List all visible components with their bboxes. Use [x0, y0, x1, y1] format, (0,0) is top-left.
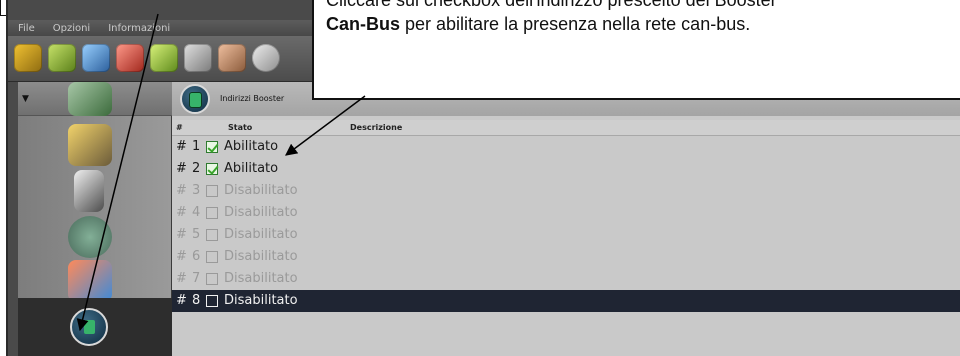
booster-address-title: Indirizzi Booster — [220, 94, 285, 103]
table-row[interactable]: # 1 Abilitato — [172, 136, 960, 158]
callout-line-2: Can-Bus per abilitare la presenza nella … — [326, 14, 750, 35]
booster-address-icon[interactable] — [180, 84, 210, 114]
row-checkbox[interactable] — [206, 229, 218, 241]
row-hash: # — [176, 161, 187, 176]
toolbar-document-2-icon[interactable] — [218, 44, 246, 72]
row-number: 2 — [192, 161, 201, 176]
table-row-selected[interactable]: # 8 Disabilitato — [172, 290, 960, 312]
toolbar-tools-icon[interactable] — [252, 44, 280, 72]
expand-arrow-icon[interactable]: ▼ — [22, 94, 29, 104]
sidebar-header[interactable]: ▼ — [18, 82, 172, 116]
row-number: 5 — [192, 227, 201, 242]
row-hash: # — [176, 227, 187, 242]
row-status: Disabilitato — [224, 293, 298, 308]
table-row[interactable]: # 5 Disabilitato — [172, 224, 960, 246]
toolbar-book-icon[interactable] — [14, 44, 42, 72]
table-row[interactable]: # 2 Abilitato — [172, 158, 960, 180]
sidebar-item-configuration[interactable] — [68, 124, 112, 166]
row-checkbox[interactable] — [206, 273, 218, 285]
callout-rest-text: per abilitare la presenza nella rete can… — [400, 14, 751, 34]
row-checkbox[interactable] — [206, 295, 218, 307]
menu-informazioni[interactable]: Informazioni — [108, 23, 170, 34]
row-checkbox[interactable] — [206, 163, 218, 175]
row-number: 7 — [192, 271, 201, 286]
toolbar-document-icon[interactable] — [184, 44, 212, 72]
column-descrizione[interactable]: Descrizione — [350, 123, 402, 132]
row-number: 1 — [192, 139, 201, 154]
booster-icon[interactable] — [70, 308, 108, 346]
row-status: Disabilitato — [224, 227, 298, 242]
toolbar-book-green-icon[interactable] — [48, 44, 76, 72]
callout-line-1: Cliccare sul checkbox dell'indirizzo pre… — [326, 0, 777, 10]
row-hash: # — [176, 139, 187, 154]
callout-bold-text: Can-Bus — [326, 14, 401, 34]
row-hash: # — [176, 249, 187, 264]
row-status: Abilitato — [224, 139, 279, 154]
row-status: Abilitato — [224, 161, 279, 176]
column-stato[interactable]: Stato — [228, 123, 252, 132]
column-hash[interactable]: # — [176, 123, 183, 132]
table-row[interactable]: # 3 Disabilitato — [172, 180, 960, 202]
row-number: 3 — [192, 183, 201, 198]
row-hash: # — [176, 205, 187, 220]
main-panel: Indirizzi Booster # Stato Descrizione # … — [172, 82, 960, 356]
instruction-callout: Cliccare sul checkbox dell'indirizzo pre… — [312, 0, 960, 100]
table-row[interactable]: # 7 Disabilitato — [172, 268, 960, 290]
sidebar-item-network[interactable] — [68, 216, 112, 258]
row-number: 6 — [192, 249, 201, 264]
row-status: Disabilitato — [224, 271, 298, 286]
sidebar-item-handheld[interactable] — [74, 170, 104, 212]
toolbar-book-lime-icon[interactable] — [150, 44, 178, 72]
table-row[interactable]: # 4 Disabilitato — [172, 202, 960, 224]
row-status: Disabilitato — [224, 205, 298, 220]
sidebar: ▼ — [18, 82, 172, 356]
sidebar-item-nodes[interactable] — [68, 260, 112, 302]
home-device-icon[interactable] — [68, 82, 112, 116]
table-row[interactable]: # 6 Disabilitato — [172, 246, 960, 268]
row-checkbox[interactable] — [206, 207, 218, 219]
row-checkbox[interactable] — [206, 141, 218, 153]
row-hash: # — [176, 271, 187, 286]
row-status: Disabilitato — [224, 249, 298, 264]
sidebar-item-booster-selected[interactable] — [18, 298, 172, 356]
row-checkbox[interactable] — [206, 185, 218, 197]
menu-opzioni[interactable]: Opzioni — [53, 23, 90, 34]
table-header: # Stato Descrizione — [172, 120, 960, 136]
row-number: 8 — [192, 293, 201, 308]
row-number: 4 — [192, 205, 201, 220]
booster-table-body: # 1 Abilitato # 2 Abilitato # 3 Disabili… — [172, 136, 960, 312]
row-hash: # — [176, 293, 187, 308]
toolbar-book-blue-icon[interactable] — [82, 44, 110, 72]
row-hash: # — [176, 183, 187, 198]
toolbar-book-red-icon[interactable] — [116, 44, 144, 72]
row-checkbox[interactable] — [206, 251, 218, 263]
menu-file[interactable]: File — [18, 23, 35, 34]
row-status: Disabilitato — [224, 183, 298, 198]
